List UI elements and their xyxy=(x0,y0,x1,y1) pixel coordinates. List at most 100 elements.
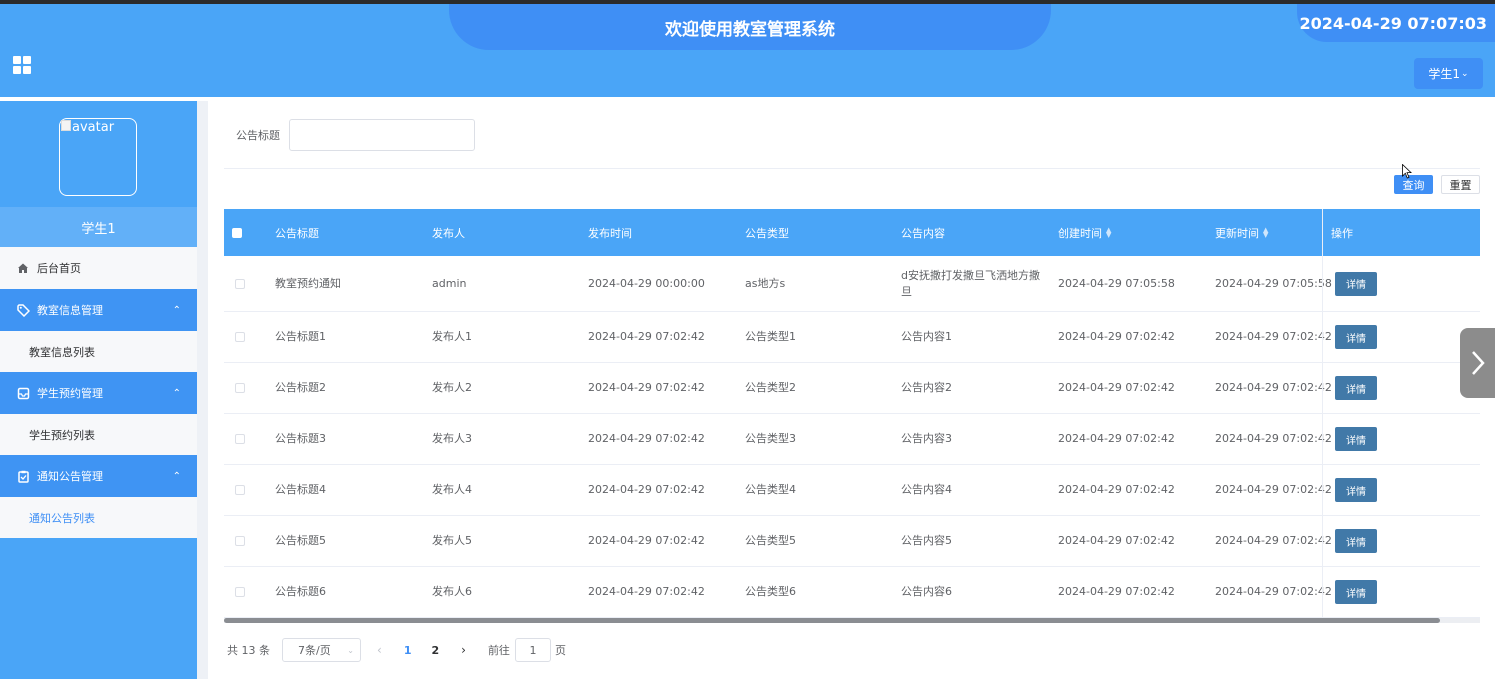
chevron-right-icon xyxy=(1471,351,1485,375)
row-checkbox[interactable] xyxy=(235,332,245,342)
sidebar-group-label: 学生预约管理 xyxy=(37,387,103,400)
row-checkbox[interactable] xyxy=(235,536,245,546)
row-checkbox[interactable] xyxy=(235,587,245,597)
table-cell: 公告类型5 xyxy=(745,534,796,547)
sidebar-group-reservation[interactable]: 学生预约管理 ⌃ xyxy=(0,372,197,414)
table-cell: 公告标题6 xyxy=(275,585,326,598)
column-header-sortable[interactable]: 创建时间 ▲ ▼ xyxy=(1058,209,1111,256)
sidebar-item-label: 学生预约列表 xyxy=(29,428,95,442)
row-checkbox[interactable] xyxy=(235,278,245,289)
table-cell: 2024-04-29 07:02:42 xyxy=(588,483,705,496)
notice-table: 公告标题 发布人 发布时间 公告类型 公告内容 创建时间 ▲ ▼ 更新时间 ▲ ▼ … xyxy=(224,209,1480,618)
sort-icon[interactable]: ▲ ▼ xyxy=(1106,226,1111,238)
sidebar-group-label: 通知公告管理 xyxy=(37,470,103,483)
page-size-select[interactable]: 7条/页 ⌄ xyxy=(282,638,361,662)
sidebar-item-classroom-list[interactable]: 教室信息列表 xyxy=(0,331,197,372)
sidebar-gutter xyxy=(197,101,208,679)
table-row: 公告标题6 发布人6 2024-04-29 07:02:42 公告类型6 公告内容6 20… xyxy=(224,567,1480,618)
total-count: 共 13 条 xyxy=(227,644,270,657)
inbox-icon xyxy=(16,386,30,400)
broken-image-icon xyxy=(61,120,71,131)
search-title-label: 公告标题 xyxy=(236,129,280,142)
table-cell: 发布人3 xyxy=(432,432,472,445)
table-cell: 公告标题1 xyxy=(275,330,326,343)
page-number[interactable]: 2 xyxy=(431,644,439,657)
home-icon xyxy=(16,261,30,275)
sidebar-username: 学生1 xyxy=(0,207,197,247)
mouse-cursor-icon xyxy=(1402,164,1412,179)
column-header: 公告类型 xyxy=(745,226,789,240)
table-cell: 公告内容6 xyxy=(901,585,952,598)
table-cell: 公告内容1 xyxy=(901,330,952,343)
row-checkbox[interactable] xyxy=(235,383,245,393)
table-cell: 发布人5 xyxy=(432,534,472,547)
operation-column xyxy=(1322,209,1480,618)
sidebar-item-home[interactable]: 后台首页 xyxy=(0,247,197,289)
row-checkbox[interactable] xyxy=(235,434,245,444)
row-select-cell xyxy=(235,256,245,311)
table-cell: 公告内容5 xyxy=(901,534,952,547)
row-checkbox[interactable] xyxy=(235,485,245,495)
next-panel-arrow[interactable] xyxy=(1460,328,1495,398)
column-header-sortable[interactable]: 更新时间 ▲ ▼ xyxy=(1215,209,1268,256)
table-row: 公告标题5 发布人5 2024-04-29 07:02:42 公告类型5 公告内容5 20… xyxy=(224,516,1480,567)
search-title-input[interactable] xyxy=(289,119,475,151)
table-cell: 公告类型3 xyxy=(745,432,796,445)
table-cell: 发布人6 xyxy=(432,585,472,598)
table-cell: 公告内容3 xyxy=(901,432,952,445)
select-all-checkbox[interactable] xyxy=(232,227,242,238)
table-cell: 公告类型4 xyxy=(745,483,796,496)
page-number[interactable]: 1 xyxy=(404,644,412,657)
sidebar-item-notice-list[interactable]: 通知公告列表 xyxy=(0,497,197,538)
grid-menu-icon[interactable] xyxy=(13,56,31,74)
table-cell: 公告类型6 xyxy=(745,585,796,598)
sidebar-menu: 后台首页 教室信息管理 ⌃ 教室信息列表 学生预约管理 ⌃ 学生预约列表 通知公… xyxy=(0,247,197,538)
row-select-cell xyxy=(235,465,245,515)
table-cell: 公告内容4 xyxy=(901,483,952,496)
user-menu-button[interactable]: 学生1 ⌄ xyxy=(1414,58,1483,89)
goto-page-input[interactable]: 1 xyxy=(514,638,551,662)
table-cell: admin xyxy=(432,276,467,290)
row-select-cell xyxy=(235,414,245,464)
sidebar-item-label: 后台首页 xyxy=(37,262,81,275)
table-cell: d安抚撒打发撒旦飞洒地方撒旦 xyxy=(901,268,1040,298)
table-cell: 2024-04-29 07:02:42 xyxy=(1058,432,1175,445)
clipboard-icon xyxy=(16,469,30,483)
search-divider xyxy=(224,168,1480,169)
chevron-down-icon: ⌄ xyxy=(1461,68,1469,79)
horizontal-scrollbar[interactable] xyxy=(224,618,1480,623)
scrollbar-thumb[interactable] xyxy=(224,618,1440,623)
page-size-value: 7条/页 xyxy=(298,644,331,657)
table-cell: 发布人1 xyxy=(432,330,472,343)
row-select-cell xyxy=(235,312,245,362)
row-select-cell xyxy=(235,516,245,566)
table-cell: 2024-04-29 07:02:42 xyxy=(588,534,705,547)
table-cell: 2024-04-29 07:02:42 xyxy=(1058,534,1175,547)
sidebar-item-reservation-list[interactable]: 学生预约列表 xyxy=(0,414,197,455)
table-cell: 公告内容2 xyxy=(901,381,952,394)
sidebar-group-notice[interactable]: 通知公告管理 ⌃ xyxy=(0,455,197,497)
table-cell: 2024-04-29 07:05:58 xyxy=(1058,276,1175,290)
table-header: 公告标题 发布人 发布时间 公告类型 公告内容 创建时间 ▲ ▼ 更新时间 ▲ ▼ … xyxy=(224,209,1480,256)
query-button[interactable]: 查询 xyxy=(1394,175,1433,194)
table-row: 教室预约通知 admin 2024-04-29 00:00:00 as地方s d安抚撒打… xyxy=(224,256,1480,312)
column-header-label: 更新时间 xyxy=(1215,226,1259,240)
table-cell: 2024-04-29 07:02:42 xyxy=(1058,483,1175,496)
table-row: 公告标题3 发布人3 2024-04-29 07:02:42 公告类型3 公告内容3 20… xyxy=(224,414,1480,465)
sort-icon[interactable]: ▲ ▼ xyxy=(1263,226,1268,238)
table-cell: 2024-04-29 00:00:00 xyxy=(588,276,705,290)
datetime-display: 2024-04-29 07:07:03 xyxy=(1297,4,1495,42)
prev-page-icon[interactable]: ‹ xyxy=(377,643,382,657)
table-cell: 2024-04-29 07:02:42 xyxy=(588,330,705,343)
next-page-icon[interactable]: › xyxy=(461,643,466,657)
reset-button[interactable]: 重置 xyxy=(1441,175,1480,194)
table-row: 公告标题2 发布人2 2024-04-29 07:02:42 公告类型2 公告内容2 20… xyxy=(224,363,1480,414)
chevron-up-icon: ⌃ xyxy=(172,304,181,316)
table-cell: 公告标题5 xyxy=(275,534,326,547)
top-header: 欢迎使用教室管理系统 2024-04-29 07:07:03 学生1 ⌄ xyxy=(0,4,1495,97)
table-cell: 公告标题4 xyxy=(275,483,326,496)
pagination: 共 13 条 7条/页 ⌄ ‹ 1 2 › 前往 1 页 xyxy=(227,638,566,662)
sidebar-item-label: 教室信息列表 xyxy=(29,345,95,359)
sidebar-group-classroom[interactable]: 教室信息管理 ⌃ xyxy=(0,289,197,331)
table-cell: as地方s xyxy=(745,276,786,290)
